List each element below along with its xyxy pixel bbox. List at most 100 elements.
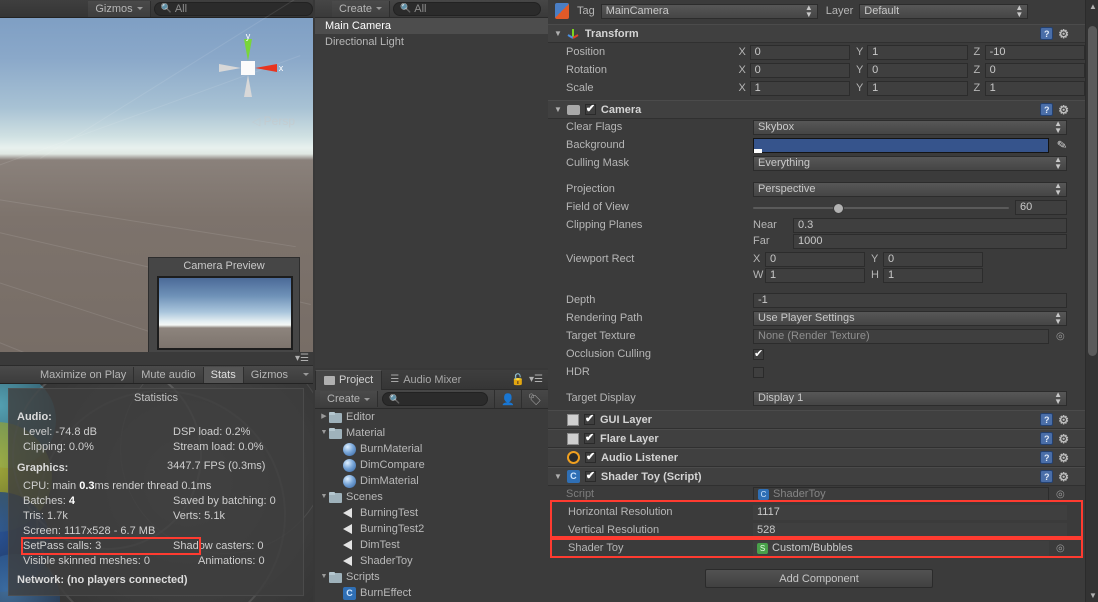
game-view-toolbar[interactable]: Maximize on Play Mute audio Stats Gizmos [0, 366, 313, 384]
gear-icon[interactable]: ⚙ [1058, 103, 1069, 117]
scale-y-field[interactable]: 1 [867, 80, 968, 96]
hierarchy-create-button[interactable]: Create [332, 0, 391, 17]
chevron-down-icon[interactable]: ▼ [554, 472, 562, 481]
vertical-resolution-row[interactable]: Vertical Resolution 528 [548, 521, 1085, 539]
flare-layer-component-header[interactable]: Flare Layer ? ⚙ [548, 429, 1085, 448]
shader-toy-enabled-checkbox[interactable] [584, 469, 596, 482]
horizontal-resolution-row[interactable]: Horizontal Resolution 1117 [548, 503, 1085, 521]
gear-icon[interactable]: ⚙ [1058, 470, 1069, 484]
scene-view[interactable]: Gizmos 🔍 All y x ◁ Persp Camera Preview [0, 0, 313, 352]
list-item[interactable]: DimCompare [315, 457, 548, 473]
mute-audio-button[interactable]: Mute audio [134, 366, 204, 383]
list-item[interactable]: DimTest [315, 537, 548, 553]
list-item[interactable]: DimMaterial [315, 473, 548, 489]
chevron-down-icon[interactable]: ▼ [319, 569, 329, 585]
project-tabbar[interactable]: Project ☰ Audio Mixer 🔓 ▾☰ [315, 369, 548, 390]
audio-listener-enabled-checkbox[interactable] [585, 450, 596, 463]
stats-button[interactable]: Stats [203, 366, 244, 383]
help-icon[interactable]: ? [1040, 413, 1054, 426]
inspector-panel[interactable]: Tag MainCamera ▲ ▼ Layer Default ▲ ▼ ▼ Tra… [548, 0, 1098, 602]
scene-search-input[interactable]: 🔍 All [153, 1, 313, 16]
rendering-path-dropdown[interactable]: Use Player Settings ▲ ▼ [753, 310, 1067, 326]
gear-icon[interactable]: ⚙ [1058, 432, 1069, 446]
help-icon[interactable]: ? [1040, 27, 1054, 40]
clear-flags-row[interactable]: Clear Flags Skybox ▲ ▼ [548, 118, 1085, 136]
script-row[interactable]: Script C ShaderToy ◎ [548, 485, 1085, 503]
target-display-row[interactable]: Target Display Display 1 ▲ ▼ [548, 389, 1085, 407]
hierarchy-item-directional-light[interactable]: Directional Light [315, 34, 548, 50]
chevron-down-icon[interactable]: ▼ [554, 105, 562, 114]
shader-toy-field[interactable]: S Custom/Bubbles [753, 540, 1049, 556]
target-texture-field[interactable]: None (Render Texture) [753, 328, 1049, 344]
maximize-on-play-button[interactable]: Maximize on Play [33, 366, 135, 383]
scrollbar-thumb[interactable] [1088, 26, 1097, 356]
clipping-far-row[interactable]: Far 1000 [548, 232, 1085, 250]
position-z-field[interactable]: -10 [984, 44, 1086, 60]
tag-icon[interactable]: 🏷 [521, 390, 548, 408]
list-item[interactable]: BurningTest [315, 505, 548, 521]
projection-row[interactable]: Projection Perspective ▲ ▼ [548, 180, 1085, 198]
rotation-y-field[interactable]: 0 [867, 62, 968, 78]
occlusion-culling-row[interactable]: Occlusion Culling [548, 345, 1085, 363]
scale-x-field[interactable]: 1 [749, 80, 851, 96]
game-view[interactable]: ▾☰ Maximize on Play Mute audio Stats Giz… [0, 352, 313, 602]
rotation-x-field[interactable]: 0 [749, 62, 851, 78]
hierarchy-toolbar[interactable]: Create 🔍 All [315, 0, 548, 18]
tag-dropdown[interactable]: MainCamera ▲ ▼ [600, 3, 818, 19]
game-gizmos-button[interactable]: Gizmos [244, 367, 295, 383]
hierarchy-panel[interactable]: Create 🔍 All Main Camera Directional Lig… [315, 0, 548, 368]
viewport-w-field[interactable]: 1 [765, 267, 865, 283]
hierarchy-list[interactable]: Main Camera Directional Light [315, 18, 548, 368]
position-x-field[interactable]: 0 [749, 44, 851, 60]
viewport-h-field[interactable]: 1 [883, 267, 983, 283]
background-color-swatch[interactable] [753, 137, 1049, 153]
gizmos-dropdown[interactable]: Gizmos [88, 0, 151, 17]
viewport-x-field[interactable]: 0 [765, 251, 865, 267]
gear-icon[interactable]: ⚙ [1058, 413, 1069, 427]
chevron-right-icon[interactable]: ▶ [319, 409, 329, 425]
inspector-scrollbar[interactable]: ▲ ▼ [1085, 0, 1098, 602]
add-component-button[interactable]: Add Component [705, 569, 933, 588]
transform-position-row[interactable]: Position X 0 Y 1 Z -10 [548, 43, 1086, 61]
far-field[interactable]: 1000 [793, 233, 1067, 249]
scale-z-field[interactable]: 1 [984, 80, 1086, 96]
list-item[interactable]: ▶ Editor [315, 409, 548, 425]
tag-layer-row[interactable]: Tag MainCamera ▲ ▼ Layer Default ▲ ▼ [548, 0, 1085, 22]
rendering-path-row[interactable]: Rendering Path Use Player Settings ▲ ▼ [548, 309, 1085, 327]
occlusion-culling-checkbox[interactable] [753, 347, 764, 360]
project-toolbar[interactable]: Create 🔍 👤 🏷 [315, 390, 548, 409]
game-viewport[interactable]: Statistics Audio: Level: -74.8 dB DSP lo… [0, 384, 313, 602]
list-item[interactable]: ▼ Scenes [315, 489, 548, 505]
scene-projection-label[interactable]: ◁ Persp [252, 114, 295, 128]
transform-rotation-row[interactable]: Rotation X 0 Y 0 Z 0 [548, 61, 1086, 79]
project-search-input[interactable]: 🔍 [382, 392, 489, 406]
gear-icon[interactable]: ⚙ [1058, 451, 1069, 465]
horizontal-resolution-field[interactable]: 1117 [753, 504, 1067, 520]
vertical-resolution-field[interactable]: 528 [753, 522, 1067, 538]
chevron-down-icon[interactable]: ▼ [319, 489, 329, 505]
gui-layer-enabled-checkbox[interactable] [584, 412, 595, 425]
scene-viewport[interactable]: y x ◁ Persp Camera Preview [0, 0, 313, 352]
project-panel[interactable]: Project ☰ Audio Mixer 🔓 ▾☰ Create 🔍 👤 🏷 [315, 369, 548, 602]
transform-scale-row[interactable]: Scale X 1 Y 1 Z 1 [548, 79, 1086, 97]
chevron-down-icon[interactable]: ▼ [319, 425, 329, 441]
hamburger-icon[interactable]: ▾☰ [529, 374, 543, 385]
target-display-dropdown[interactable]: Display 1 ▲ ▼ [753, 390, 1067, 406]
lock-icon[interactable]: 🔓 [511, 373, 525, 386]
list-item[interactable]: BurningTest2 [315, 521, 548, 537]
list-item[interactable]: ShaderToy [315, 553, 548, 569]
viewport-rect-wh-row[interactable]: W 1 H 1 [548, 266, 1085, 284]
rotation-z-field[interactable]: 0 [984, 62, 1086, 78]
shader-toy-component-header[interactable]: ▼ C Shader Toy (Script) ? ⚙ [548, 467, 1085, 486]
list-item[interactable]: BurnMaterial [315, 441, 548, 457]
transform-component-header[interactable]: ▼ Transform ? ⚙ [548, 24, 1085, 43]
fov-field[interactable]: 60 [1015, 199, 1067, 215]
help-icon[interactable]: ? [1040, 451, 1054, 464]
list-item[interactable]: ▼ Material [315, 425, 548, 441]
add-asset-icon[interactable]: 👤 [494, 390, 521, 408]
scene-orientation-gizmo[interactable]: y x [213, 33, 283, 103]
background-color-row[interactable]: Background ✎ [548, 136, 1085, 154]
depth-field[interactable]: -1 [753, 292, 1067, 308]
gear-icon[interactable]: ⚙ [1058, 27, 1069, 41]
object-picker-icon[interactable]: ◎ [1056, 489, 1065, 500]
